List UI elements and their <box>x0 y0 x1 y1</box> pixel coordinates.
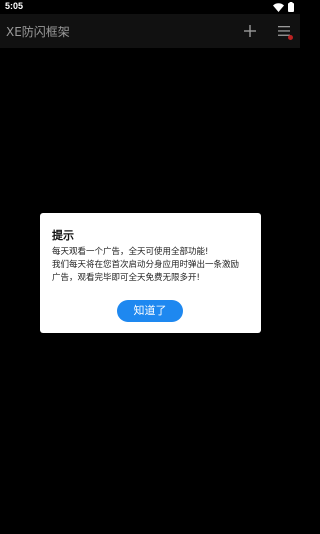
app-screen: 5:05 XE防闪框架 提示 每天观看一个广告，全天可使用全部功能! 我们每天将… <box>0 0 300 534</box>
status-icons <box>273 2 294 12</box>
confirm-button[interactable]: 知道了 <box>117 300 183 322</box>
ad-notice-dialog: 提示 每天观看一个广告，全天可使用全部功能! 我们每天将在您首次启动分身应用时弹… <box>40 213 261 333</box>
dialog-message-line: 广告，观看完毕即可全天免费无限多开! <box>52 273 200 283</box>
add-button[interactable] <box>242 23 258 39</box>
dialog-message: 每天观看一个广告，全天可使用全部功能! 我们每天将在您首次启动分身应用时弹出一条… <box>52 246 252 285</box>
app-toolbar: XE防闪框架 <box>0 14 300 48</box>
dialog-message-line: 我们每天将在您首次启动分身应用时弹出一条激励 <box>52 260 240 270</box>
notification-dot <box>288 35 293 40</box>
status-bar: 5:05 <box>0 0 300 14</box>
battery-icon <box>288 2 294 12</box>
status-time: 5:05 <box>5 1 24 11</box>
plus-icon <box>244 25 256 37</box>
app-title: XE防闪框架 <box>6 25 70 39</box>
dialog-message-line: 每天观看一个广告，全天可使用全部功能! <box>52 247 209 257</box>
wifi-icon <box>273 2 284 12</box>
dialog-title: 提示 <box>52 229 74 242</box>
